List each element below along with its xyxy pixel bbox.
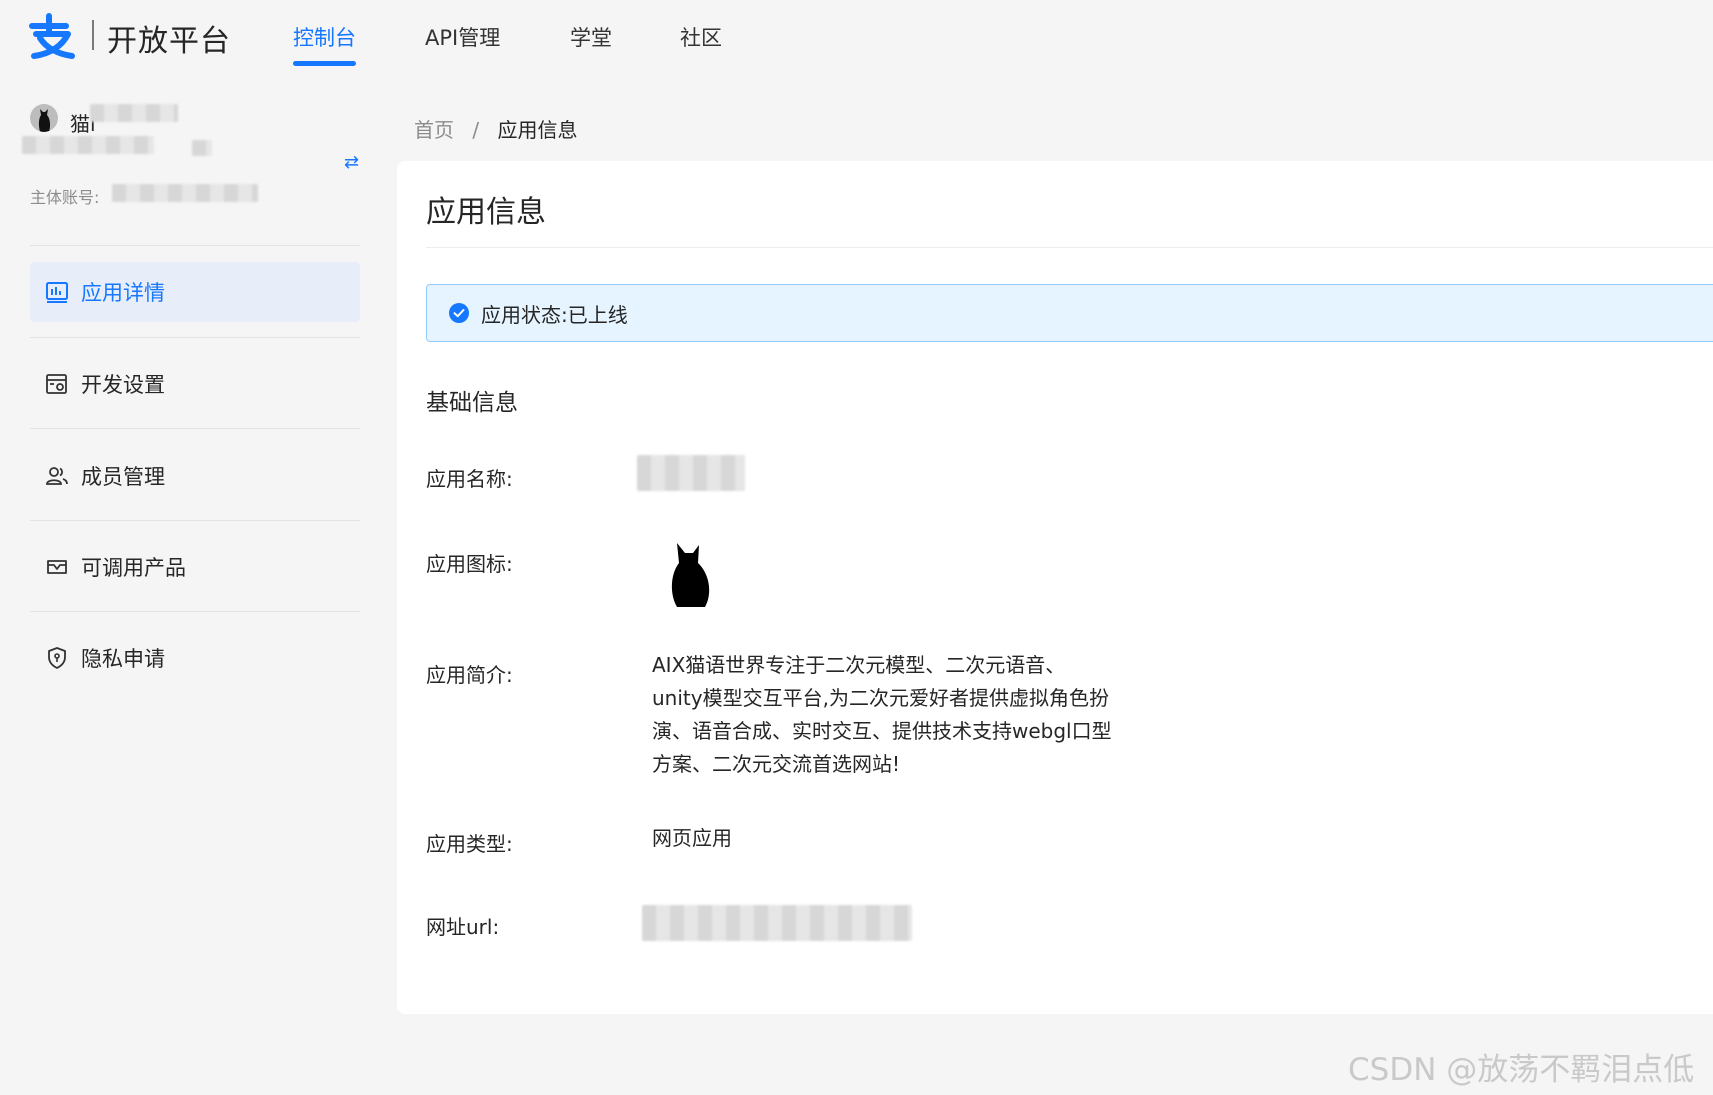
sidebar-item-products[interactable]: 可调用产品 [30,537,360,597]
page-title: 应用信息 [426,195,546,230]
status-value: 已上线 [567,302,628,327]
tab-api-management[interactable]: API管理 [425,22,500,52]
alipay-logo-icon[interactable] [26,12,78,60]
sidebar-item-label: 可调用产品 [81,556,186,580]
breadcrumb-home[interactable]: 首页 [414,118,454,142]
users-icon [46,467,68,485]
redacted-app-name [637,455,745,491]
sidebar-divider [30,520,360,521]
tab-academy[interactable]: 学堂 [570,22,612,52]
logo-separator [92,20,94,50]
redacted-tag [192,140,212,156]
sidebar-item-app-details[interactable]: 应用详情 [30,262,360,322]
app-icon-label: 应用图标: [426,552,513,576]
sidebar-item-label: 应用详情 [81,281,165,305]
user-info: 猫i ⇄ 主体账号: [22,100,366,210]
sidebar-item-members[interactable]: 成员管理 [30,446,360,506]
tab-console[interactable]: 控制台 [293,22,356,52]
swap-icon[interactable]: ⇄ [344,152,359,173]
settings-window-icon [46,374,67,394]
account-label: 主体账号: [30,188,100,207]
breadcrumb-separator: / [472,118,480,142]
app-desc-value: AIX猫语世界专注于二次元模型、二次元语音、unity模型交互平台,为二次元爱好… [652,653,1112,776]
app-info-card: 应用信息 应用状态: 已上线 基础信息 应用名称: 应用图标: 应用简介: AI… [397,161,1713,1014]
sidebar-item-label: 隐私申请 [81,647,165,671]
product-icon [47,560,67,574]
app-logo-cat-icon [671,543,710,607]
redacted-name [90,104,178,122]
active-tab-indicator [293,61,356,66]
breadcrumb-current: 应用信息 [497,118,578,142]
top-nav: 开放平台 控制台 API管理 学堂 社区 [0,0,1713,68]
status-label: 应用状态: [481,302,568,327]
watermark: CSDN @放荡不羁泪点低 [1348,1052,1695,1088]
redacted-app-url [642,905,912,941]
sidebar-item-label: 成员管理 [81,465,165,489]
brand-name[interactable]: 开放平台 [107,16,231,60]
sidebar-item-label: 开发设置 [81,373,165,397]
title-divider [426,247,1713,248]
redacted-org [22,136,154,154]
app-url-label: 网址url: [426,915,500,939]
chart-board-icon [46,282,68,303]
redacted-account [112,184,258,202]
sidebar-divider [30,337,360,338]
avatar [30,104,58,132]
check-circle-icon [449,303,469,323]
cat-silhouette-icon [38,109,51,132]
tab-community[interactable]: 社区 [680,22,722,52]
app-desc-label: 应用简介: [426,663,513,687]
sidebar-divider [30,428,360,429]
breadcrumb: 首页 / 应用信息 [414,114,577,143]
app-type-value: 网页应用 [652,826,732,850]
app-type-label: 应用类型: [426,832,513,856]
shield-icon [48,647,66,669]
sidebar-item-dev-settings[interactable]: 开发设置 [30,354,360,414]
section-title: 基础信息 [426,390,518,416]
sidebar-divider [30,611,360,612]
sidebar-item-privacy[interactable]: 隐私申请 [30,628,360,688]
sidebar-divider [30,245,360,246]
app-name-label: 应用名称: [426,467,513,491]
status-badge: 应用状态: 已上线 [426,284,1713,342]
